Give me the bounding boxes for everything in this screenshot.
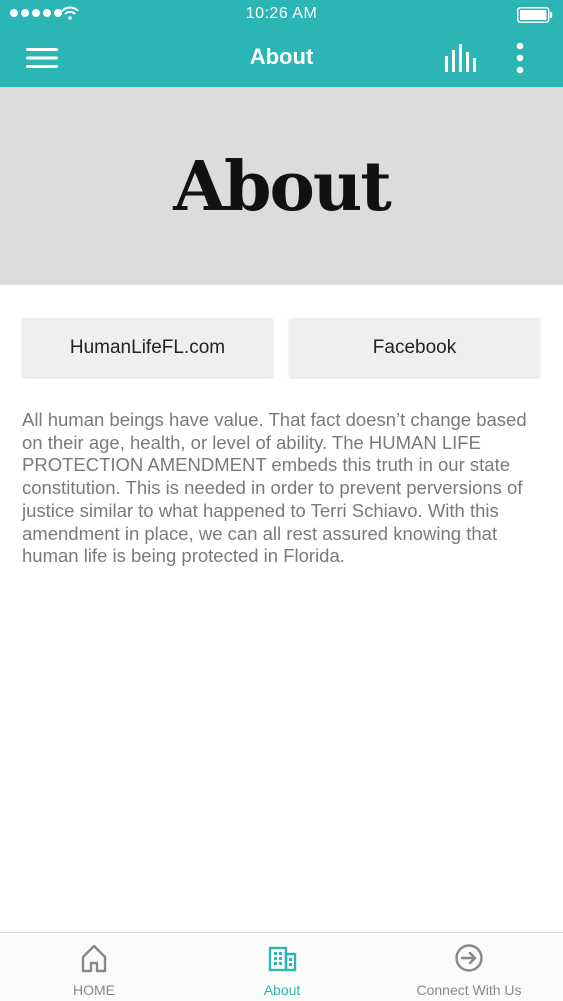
tab-label-connect: Connect With Us xyxy=(416,982,522,998)
facebook-button[interactable]: Facebook xyxy=(289,318,540,377)
website-button[interactable]: HumanLifeFL.com xyxy=(22,318,273,377)
tab-label-about: About xyxy=(263,982,301,998)
status-time: 10:26 AM xyxy=(245,5,318,22)
tab-label-home: HOME xyxy=(73,982,115,998)
nav-bar: About xyxy=(0,30,563,87)
about-description: All human beings have value. That fact d… xyxy=(22,409,527,567)
tab-bar: HOME About Connect With Us xyxy=(0,932,563,1001)
more-vertical-icon[interactable] xyxy=(508,40,532,76)
building-icon xyxy=(268,946,297,972)
bar-chart-icon[interactable] xyxy=(440,42,480,74)
arrow-circle-right-icon xyxy=(455,944,483,972)
home-icon xyxy=(81,944,107,973)
tab-about[interactable]: About xyxy=(188,933,376,1001)
banner-title: About xyxy=(173,147,392,227)
battery-icon xyxy=(517,7,553,23)
header-banner: About xyxy=(0,87,563,285)
tab-connect[interactable]: Connect With Us xyxy=(375,933,563,1001)
status-bar: 10:26 AM xyxy=(0,0,563,30)
tab-home[interactable]: HOME xyxy=(0,933,188,1001)
